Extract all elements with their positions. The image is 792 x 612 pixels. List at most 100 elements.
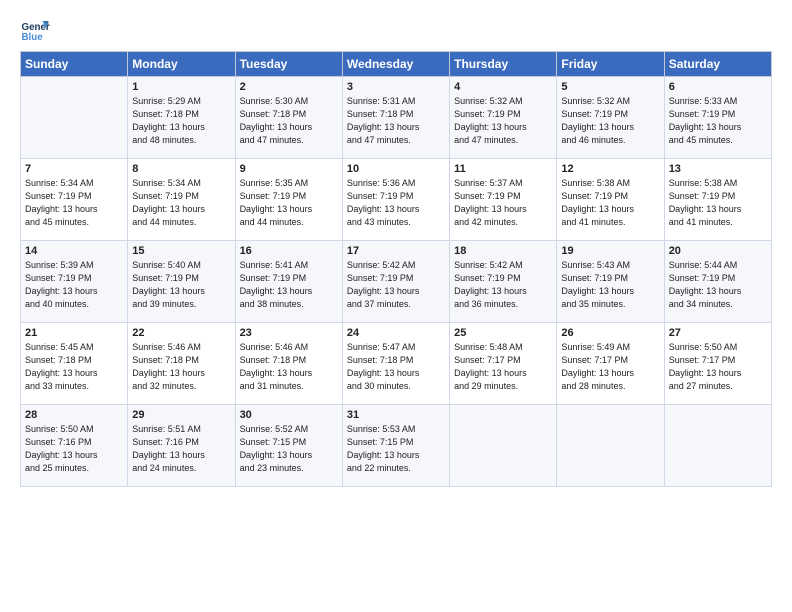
logo: General Blue: [20, 15, 50, 45]
column-header-sunday: Sunday: [21, 52, 128, 77]
day-number: 28: [25, 409, 123, 421]
day-info: Sunrise: 5:29 AM Sunset: 7:18 PM Dayligh…: [132, 95, 230, 147]
day-info: Sunrise: 5:34 AM Sunset: 7:19 PM Dayligh…: [132, 177, 230, 229]
day-info: Sunrise: 5:31 AM Sunset: 7:18 PM Dayligh…: [347, 95, 445, 147]
day-info: Sunrise: 5:32 AM Sunset: 7:19 PM Dayligh…: [454, 95, 552, 147]
day-cell: 19Sunrise: 5:43 AM Sunset: 7:19 PM Dayli…: [557, 241, 664, 323]
day-cell: 22 Sunrise: 5:46 AM Sunset: 7:18 PM Dayli…: [128, 323, 235, 405]
week-row-3: 14 Sunrise: 5:39 AM Sunset: 7:19 PM Dayli…: [21, 241, 772, 323]
day-number: 2: [240, 81, 338, 93]
day-number: 3: [347, 81, 445, 93]
day-number: 23: [240, 327, 338, 339]
day-cell: 8 Sunrise: 5:34 AM Sunset: 7:19 PM Daylig…: [128, 159, 235, 241]
day-info: Sunrise: 5:34 AM Sunset: 7:19 PM Dayligh…: [25, 177, 123, 229]
day-cell: 25 Sunrise: 5:48 AM Sunset: 7:17 PM Dayli…: [450, 323, 557, 405]
day-number: 4: [454, 81, 552, 93]
column-header-tuesday: Tuesday: [235, 52, 342, 77]
day-info: Sunrise: 5:51 AM Sunset: 7:16 PM Dayligh…: [132, 423, 230, 475]
day-number: 5: [561, 81, 659, 93]
day-cell: 13Sunrise: 5:38 AM Sunset: 7:19 PM Dayli…: [664, 159, 771, 241]
day-cell: 7 Sunrise: 5:34 AM Sunset: 7:19 PM Daylig…: [21, 159, 128, 241]
day-cell: 23 Sunrise: 5:46 AM Sunset: 7:18 PM Dayli…: [235, 323, 342, 405]
day-cell: [450, 405, 557, 487]
day-cell: 18 Sunrise: 5:42 AM Sunset: 7:19 PM Dayli…: [450, 241, 557, 323]
day-number: 7: [25, 163, 123, 175]
day-info: Sunrise: 5:42 AM Sunset: 7:19 PM Dayligh…: [454, 259, 552, 311]
day-cell: 15 Sunrise: 5:40 AM Sunset: 7:19 PM Dayli…: [128, 241, 235, 323]
day-info: Sunrise: 5:48 AM Sunset: 7:17 PM Dayligh…: [454, 341, 552, 393]
day-number: 8: [132, 163, 230, 175]
column-header-friday: Friday: [557, 52, 664, 77]
day-info: Sunrise: 5:38 AM Sunset: 7:19 PM Dayligh…: [669, 177, 767, 229]
day-number: 22: [132, 327, 230, 339]
day-cell: 4 Sunrise: 5:32 AM Sunset: 7:19 PM Daylig…: [450, 77, 557, 159]
logo-icon: General Blue: [20, 15, 50, 45]
day-info: Sunrise: 5:38 AM Sunset: 7:19 PM Dayligh…: [561, 177, 659, 229]
day-cell: [664, 405, 771, 487]
column-header-thursday: Thursday: [450, 52, 557, 77]
week-row-5: 28 Sunrise: 5:50 AM Sunset: 7:16 PM Dayli…: [21, 405, 772, 487]
day-number: 26: [561, 327, 659, 339]
day-cell: 30 Sunrise: 5:52 AM Sunset: 7:15 PM Dayli…: [235, 405, 342, 487]
day-number: 21: [25, 327, 123, 339]
day-number: 31: [347, 409, 445, 421]
day-cell: 12Sunrise: 5:38 AM Sunset: 7:19 PM Dayli…: [557, 159, 664, 241]
day-cell: 5 Sunrise: 5:32 AM Sunset: 7:19 PM Daylig…: [557, 77, 664, 159]
page-container: General Blue SundayMondayTuesdayWednesda…: [0, 0, 792, 497]
day-info: Sunrise: 5:50 AM Sunset: 7:16 PM Dayligh…: [25, 423, 123, 475]
day-cell: [557, 405, 664, 487]
day-info: Sunrise: 5:42 AM Sunset: 7:19 PM Dayligh…: [347, 259, 445, 311]
day-cell: 2 Sunrise: 5:30 AM Sunset: 7:18 PM Daylig…: [235, 77, 342, 159]
day-info: Sunrise: 5:40 AM Sunset: 7:19 PM Dayligh…: [132, 259, 230, 311]
header: General Blue: [20, 15, 772, 45]
column-header-wednesday: Wednesday: [342, 52, 449, 77]
column-header-saturday: Saturday: [664, 52, 771, 77]
day-number: 19: [561, 245, 659, 257]
day-info: Sunrise: 5:46 AM Sunset: 7:18 PM Dayligh…: [132, 341, 230, 393]
day-cell: 11 Sunrise: 5:37 AM Sunset: 7:19 PM Dayli…: [450, 159, 557, 241]
svg-text:Blue: Blue: [22, 32, 44, 43]
day-number: 20: [669, 245, 767, 257]
column-headers: SundayMondayTuesdayWednesdayThursdayFrid…: [21, 52, 772, 77]
day-cell: 10Sunrise: 5:36 AM Sunset: 7:19 PM Dayli…: [342, 159, 449, 241]
week-row-4: 21 Sunrise: 5:45 AM Sunset: 7:18 PM Dayli…: [21, 323, 772, 405]
day-info: Sunrise: 5:32 AM Sunset: 7:19 PM Dayligh…: [561, 95, 659, 147]
day-cell: 24 Sunrise: 5:47 AM Sunset: 7:18 PM Dayli…: [342, 323, 449, 405]
day-info: Sunrise: 5:37 AM Sunset: 7:19 PM Dayligh…: [454, 177, 552, 229]
day-cell: 21 Sunrise: 5:45 AM Sunset: 7:18 PM Dayli…: [21, 323, 128, 405]
day-info: Sunrise: 5:47 AM Sunset: 7:18 PM Dayligh…: [347, 341, 445, 393]
day-info: Sunrise: 5:46 AM Sunset: 7:18 PM Dayligh…: [240, 341, 338, 393]
column-header-monday: Monday: [128, 52, 235, 77]
day-number: 27: [669, 327, 767, 339]
day-info: Sunrise: 5:30 AM Sunset: 7:18 PM Dayligh…: [240, 95, 338, 147]
day-info: Sunrise: 5:45 AM Sunset: 7:18 PM Dayligh…: [25, 341, 123, 393]
day-info: Sunrise: 5:39 AM Sunset: 7:19 PM Dayligh…: [25, 259, 123, 311]
day-cell: 17Sunrise: 5:42 AM Sunset: 7:19 PM Dayli…: [342, 241, 449, 323]
day-cell: 9 Sunrise: 5:35 AM Sunset: 7:19 PM Daylig…: [235, 159, 342, 241]
day-info: Sunrise: 5:52 AM Sunset: 7:15 PM Dayligh…: [240, 423, 338, 475]
day-cell: 1 Sunrise: 5:29 AM Sunset: 7:18 PM Daylig…: [128, 77, 235, 159]
day-cell: 14 Sunrise: 5:39 AM Sunset: 7:19 PM Dayli…: [21, 241, 128, 323]
day-number: 24: [347, 327, 445, 339]
day-number: 18: [454, 245, 552, 257]
day-number: 1: [132, 81, 230, 93]
day-number: 11: [454, 163, 552, 175]
day-number: 10: [347, 163, 445, 175]
day-info: Sunrise: 5:44 AM Sunset: 7:19 PM Dayligh…: [669, 259, 767, 311]
day-number: 14: [25, 245, 123, 257]
day-cell: 28 Sunrise: 5:50 AM Sunset: 7:16 PM Dayli…: [21, 405, 128, 487]
day-info: Sunrise: 5:53 AM Sunset: 7:15 PM Dayligh…: [347, 423, 445, 475]
day-number: 25: [454, 327, 552, 339]
day-info: Sunrise: 5:50 AM Sunset: 7:17 PM Dayligh…: [669, 341, 767, 393]
day-cell: [21, 77, 128, 159]
week-row-1: 1 Sunrise: 5:29 AM Sunset: 7:18 PM Daylig…: [21, 77, 772, 159]
day-number: 9: [240, 163, 338, 175]
day-info: Sunrise: 5:35 AM Sunset: 7:19 PM Dayligh…: [240, 177, 338, 229]
day-info: Sunrise: 5:33 AM Sunset: 7:19 PM Dayligh…: [669, 95, 767, 147]
day-number: 30: [240, 409, 338, 421]
day-number: 15: [132, 245, 230, 257]
day-number: 29: [132, 409, 230, 421]
day-cell: 29 Sunrise: 5:51 AM Sunset: 7:16 PM Dayli…: [128, 405, 235, 487]
day-cell: 16Sunrise: 5:41 AM Sunset: 7:19 PM Dayli…: [235, 241, 342, 323]
day-cell: 26Sunrise: 5:49 AM Sunset: 7:17 PM Dayli…: [557, 323, 664, 405]
